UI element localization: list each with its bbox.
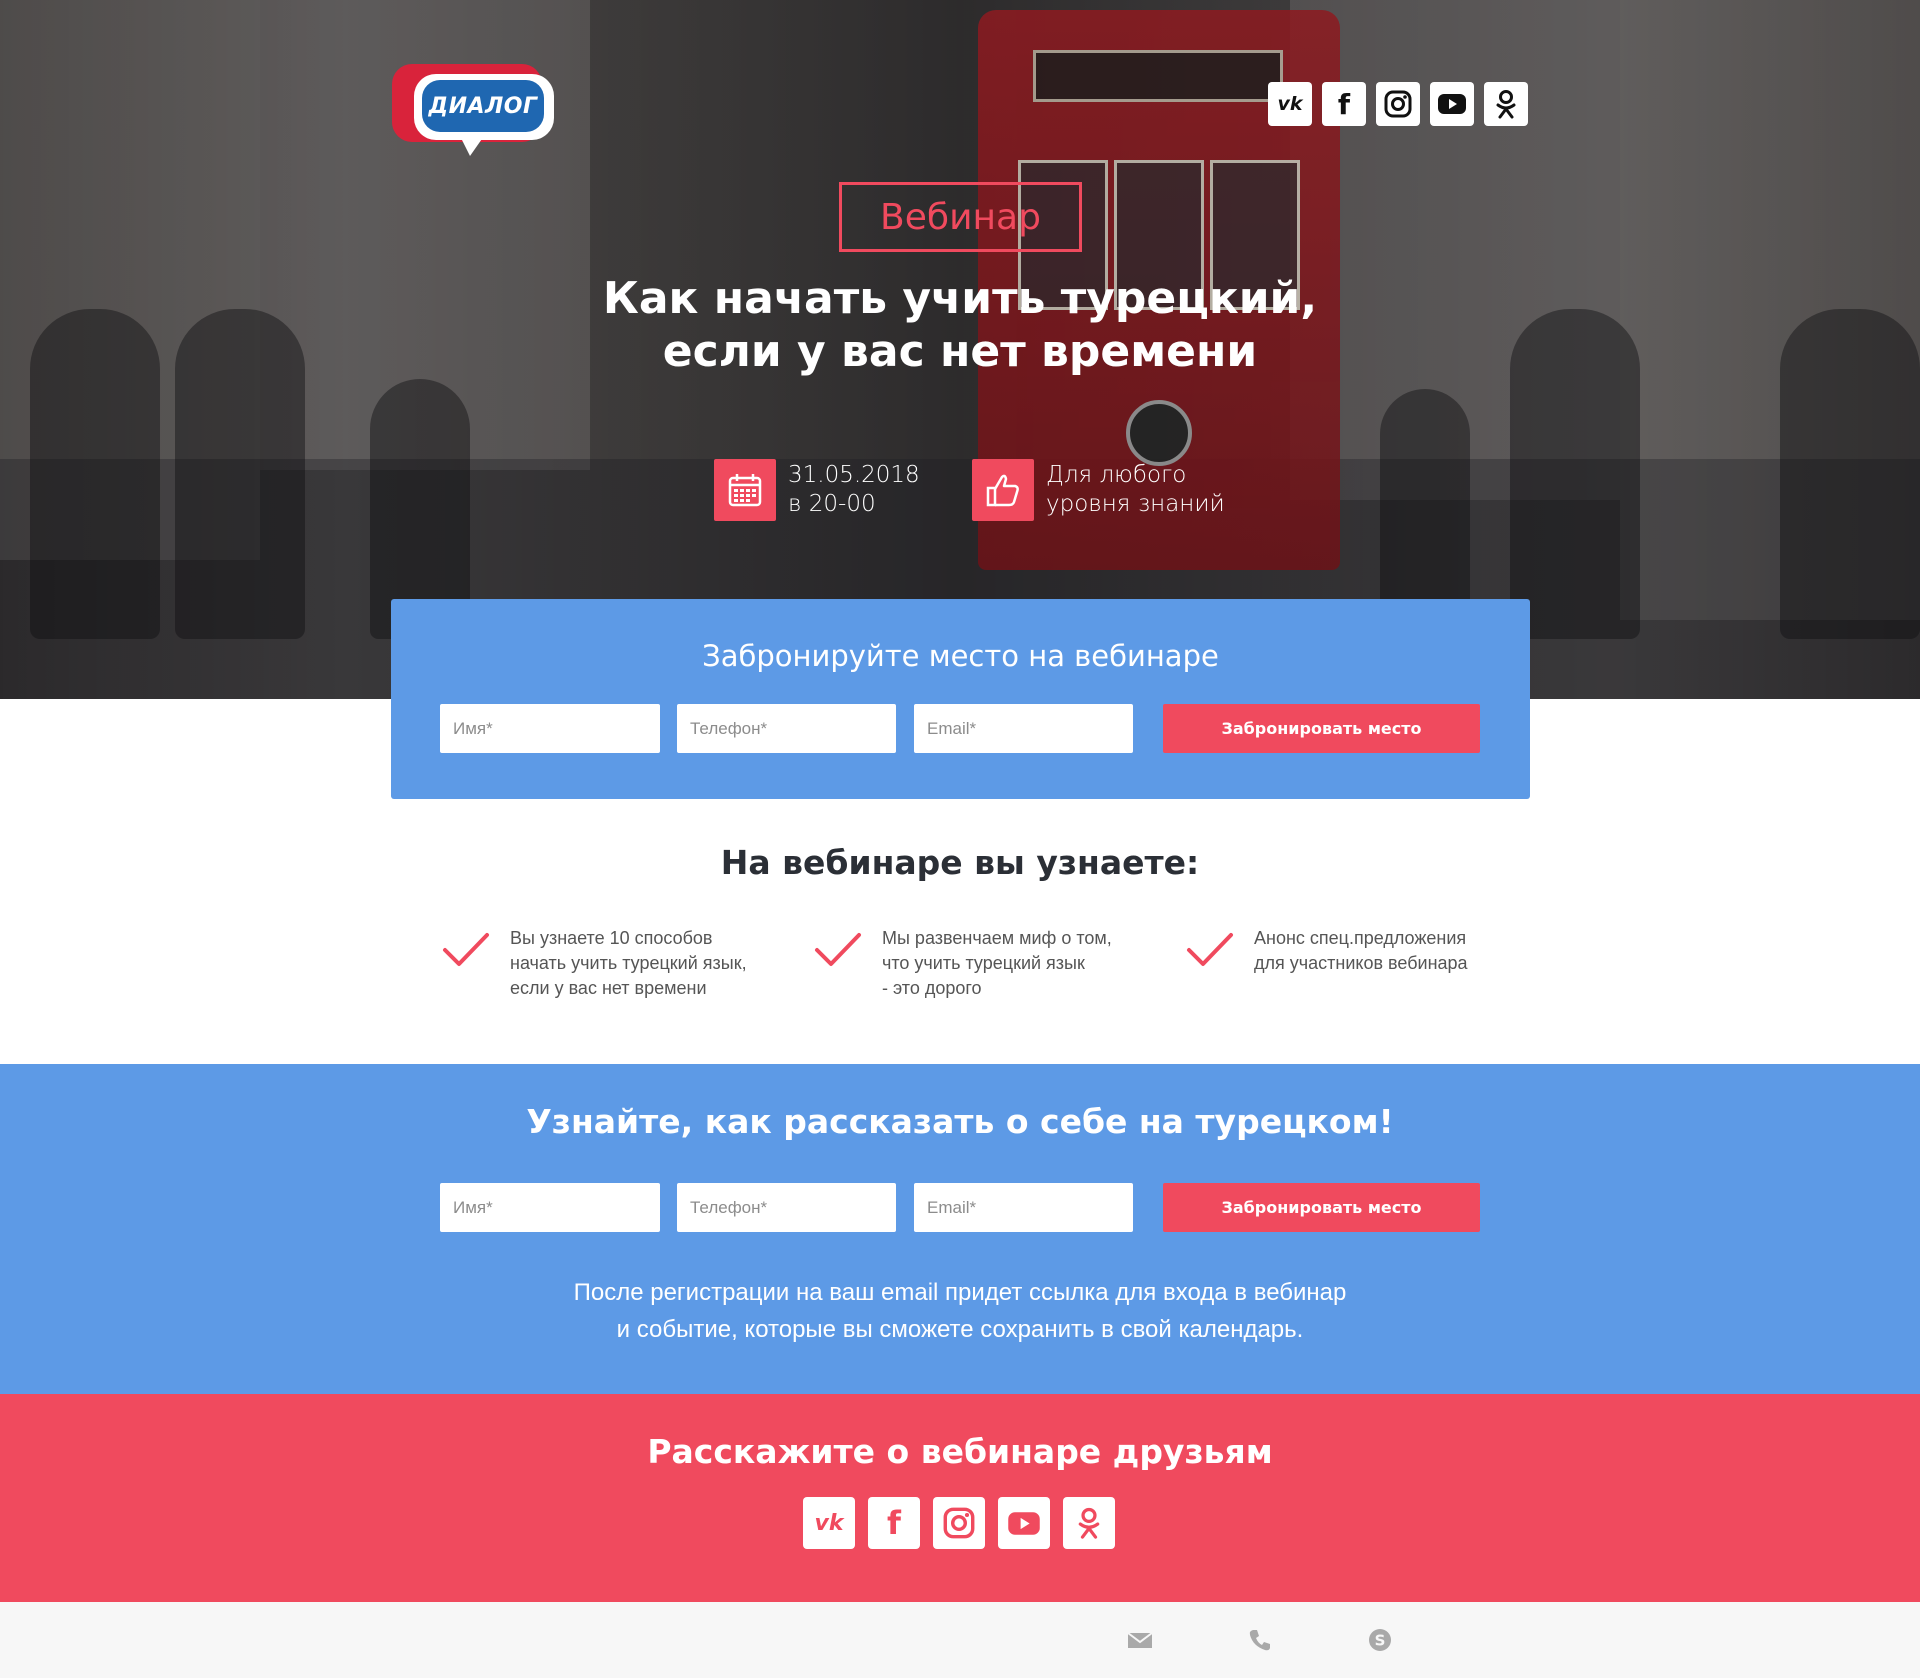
headline-line-2: если у вас нет времени	[662, 326, 1258, 377]
logo-text: ДИАЛОГ	[428, 93, 538, 119]
headline-line-1: Как начать учить турецкий,	[602, 273, 1318, 324]
checkmark-icon	[1187, 933, 1233, 966]
email-input[interactable]	[914, 1183, 1133, 1232]
feature-item: Анонс спец.предложения для участников ве…	[1186, 926, 1516, 976]
youtube-icon[interactable]	[1430, 82, 1474, 126]
level-line-1: Для любого	[1046, 462, 1187, 488]
email-input[interactable]	[914, 704, 1133, 753]
phone-input[interactable]	[677, 1183, 896, 1232]
mail-icon[interactable]	[1127, 1627, 1153, 1653]
features-title: На вебинаре вы узнаете:	[720, 843, 1200, 882]
checkmark-icon	[815, 933, 861, 966]
facebook-icon[interactable]: f	[1322, 82, 1366, 126]
odnoklassniki-icon[interactable]	[1484, 82, 1528, 126]
event-time: в 20-00	[788, 491, 876, 517]
registration-note: После регистрации на ваш email придет сс…	[0, 1274, 1920, 1348]
phone-icon[interactable]	[1247, 1627, 1273, 1653]
booking-form-title: Забронируйте место на вебинаре	[702, 639, 1219, 673]
feature-text-line: для участников вебинара	[1254, 953, 1468, 973]
vk-icon[interactable]: vk	[1268, 82, 1312, 126]
dialog-logo[interactable]: ДИАЛОГ	[392, 64, 554, 156]
social-share-links: vk f	[803, 1497, 1115, 1549]
note-line-1: После регистрации на ваш email придет сс…	[573, 1279, 1347, 1306]
event-date-info: 31.05.2018 в 20-00	[714, 459, 920, 521]
feature-text-line: начать учить турецкий язык,	[510, 953, 747, 973]
hero-section: ДИАЛОГ vk f Вебинар Как начать учить тур…	[0, 0, 1920, 699]
feature-item: Вы узнаете 10 способов начать учить туре…	[442, 926, 772, 1001]
share-section: Расскажите о вебинаре друзьям vk f	[0, 1394, 1920, 1602]
svg-text:S: S	[1375, 1632, 1386, 1650]
skype-icon[interactable]: S	[1367, 1627, 1393, 1653]
book-seat-button[interactable]: Забронировать место	[1163, 1183, 1480, 1232]
instagram-icon[interactable]	[933, 1497, 985, 1549]
booking-form-card: Забронируйте место на вебинаре Заброниро…	[391, 599, 1530, 799]
feature-text-line: если у вас нет времени	[510, 978, 707, 998]
calendar-icon	[714, 459, 776, 521]
checkmark-icon	[443, 933, 489, 966]
signup-section: Узнайте, как рассказать о себе на турецк…	[0, 1064, 1920, 1394]
note-line-2: и событие, которые вы сможете сохранить …	[616, 1316, 1304, 1343]
feature-item: Мы развенчаем миф о том, что учить турец…	[814, 926, 1144, 1001]
feature-text-line: Анонс спец.предложения	[1254, 928, 1467, 948]
feature-text-line: Вы узнаете 10 способов	[510, 928, 713, 948]
vk-icon[interactable]: vk	[803, 1497, 855, 1549]
share-title: Расскажите о вебинаре друзьям	[647, 1432, 1273, 1471]
feature-text-line: Мы развенчаем миф о том,	[882, 928, 1112, 948]
social-links-header: vk f	[1268, 82, 1528, 126]
feature-text-line: что учить турецкий язык	[882, 953, 1085, 973]
name-input[interactable]	[440, 1183, 660, 1232]
thumbs-up-icon	[972, 459, 1034, 521]
youtube-icon[interactable]	[998, 1497, 1050, 1549]
instagram-icon[interactable]	[1376, 82, 1420, 126]
webinar-badge: Вебинар	[839, 182, 1082, 252]
footer: S	[0, 1602, 1920, 1678]
level-info: Для любого уровня знаний	[972, 459, 1225, 521]
event-date: 31.05.2018	[788, 462, 920, 488]
name-input[interactable]	[440, 704, 660, 753]
level-line-2: уровня знаний	[1046, 491, 1225, 517]
facebook-icon[interactable]: f	[868, 1497, 920, 1549]
hero-headline: Как начать учить турецкий, если у вас не…	[560, 272, 1360, 378]
book-seat-button[interactable]: Забронировать место	[1163, 704, 1480, 753]
phone-input[interactable]	[677, 704, 896, 753]
signup-title: Узнайте, как рассказать о себе на турецк…	[526, 1102, 1394, 1141]
feature-text-line: - это дорого	[882, 978, 982, 998]
odnoklassniki-icon[interactable]	[1063, 1497, 1115, 1549]
